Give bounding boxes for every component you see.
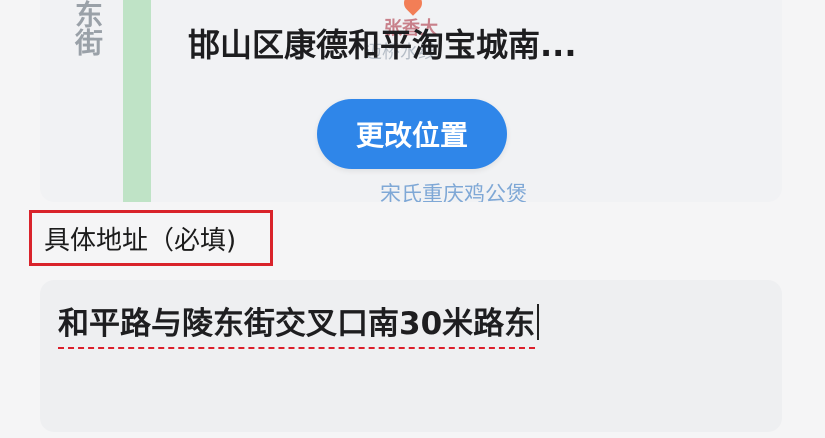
address-label-highlight: 具体地址（必填) — [29, 210, 273, 266]
location-edit-screen: 东街 张香大 迈桥水线 邯山区康德和平淘宝城南... 更改位置 宋氏重庆鸡公煲 … — [0, 0, 825, 438]
address-input[interactable]: 和平路与陵东街交叉口南30米路东 — [40, 280, 782, 432]
map-road-label: 东街 — [71, 0, 104, 56]
map-preview[interactable]: 东街 张香大 迈桥水线 邯山区康德和平淘宝城南... 更改位置 宋氏重庆鸡公煲 — [40, 0, 782, 202]
change-location-button[interactable]: 更改位置 — [317, 99, 507, 169]
address-label: 具体地址（必填) — [44, 225, 237, 256]
address-input-value: 和平路与陵东街交叉口南30米路东 — [58, 298, 536, 349]
map-poi-bottom-label: 宋氏重庆鸡公煲 — [380, 182, 527, 202]
text-caret — [537, 304, 540, 340]
map-road — [123, 0, 151, 202]
selected-place-name: 邯山区康德和平淘宝城南... — [188, 26, 577, 64]
